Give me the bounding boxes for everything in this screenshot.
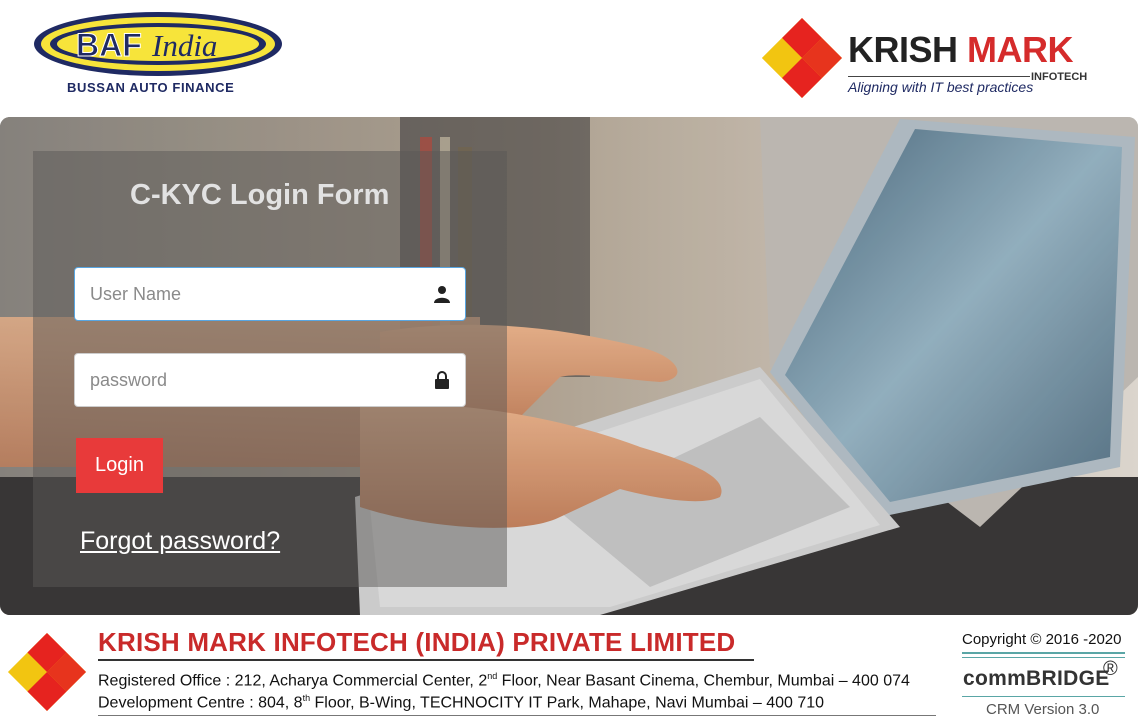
baf-subtitle: BUSSAN AUTO FINANCE <box>67 80 235 95</box>
diamond-logo-icon <box>762 18 842 98</box>
registered-office-address: Registered Office : 212, Acharya Commerc… <box>98 671 910 690</box>
forgot-password-link[interactable]: Forgot password? <box>80 527 280 556</box>
product-divider-top <box>962 652 1125 654</box>
product-name: commBRIDGE <box>963 667 1110 690</box>
product-version: CRM Version 3.0 <box>986 701 1100 718</box>
password-field[interactable] <box>74 353 466 407</box>
login-panel: C-KYC Login Form Login Forgot password? <box>33 151 507 587</box>
company-divider <box>98 659 754 661</box>
header: BAF India BUSSAN AUTO FINANCE KRISH MARK… <box>0 0 1140 117</box>
svg-text:India: India <box>151 28 217 63</box>
product-divider-bottom <box>962 696 1125 697</box>
username-input[interactable] <box>75 268 415 320</box>
krish-mark-rule <box>848 76 1030 77</box>
registered-mark: ® <box>1103 658 1118 680</box>
user-icon <box>434 286 450 303</box>
hero-banner: C-KYC Login Form Login Forgot password? <box>0 117 1138 615</box>
krish-mark-title: KRISH MARK <box>848 29 1074 70</box>
login-form-title: C-KYC Login Form <box>130 179 390 211</box>
krish-mark-tagline: Aligning with IT best practices <box>848 79 1034 95</box>
copyright-text: Copyright © 2016 -2020 <box>962 631 1122 648</box>
diamond-logo-icon <box>7 632 87 712</box>
address-divider <box>98 715 936 716</box>
login-button[interactable]: Login <box>76 438 163 493</box>
svg-text:BAF: BAF <box>76 27 142 63</box>
product-divider-top-thin <box>962 657 1125 658</box>
krish-mark-infotech: INFOTECH <box>1031 71 1088 83</box>
username-field[interactable] <box>74 267 466 321</box>
krish-mark-logo: KRISH MARK INFOTECH Aligning with IT bes… <box>760 12 1120 102</box>
lock-icon <box>435 371 449 389</box>
password-input[interactable] <box>75 354 415 406</box>
development-centre-address: Development Centre : 804, 8th Floor, B-W… <box>98 693 825 712</box>
footer: KRISH MARK INFOTECH (INDIA) PRIVATE LIMI… <box>0 615 1140 723</box>
company-name: KRISH MARK INFOTECH (INDIA) PRIVATE LIMI… <box>98 627 736 657</box>
